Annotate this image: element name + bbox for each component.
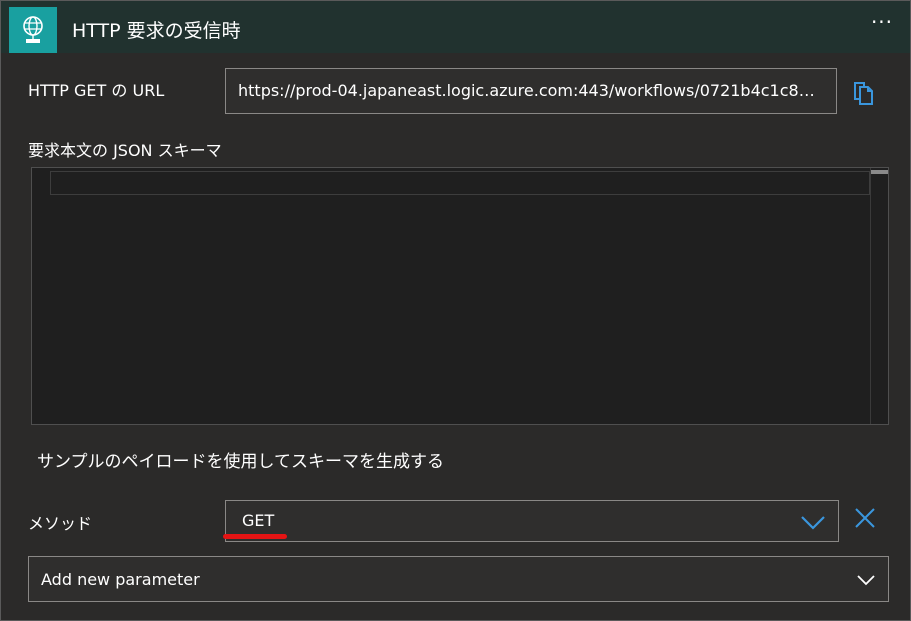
method-label: メソッド bbox=[28, 514, 93, 533]
globe-http-icon bbox=[9, 7, 57, 53]
chevron-down-icon bbox=[856, 572, 876, 586]
schema-scrollbar-thumb[interactable] bbox=[871, 170, 888, 174]
copy-icon[interactable] bbox=[851, 80, 877, 106]
card-header[interactable]: HTTP 要求の受信時 ··· bbox=[1, 1, 910, 53]
generate-schema-link[interactable]: サンプルのペイロードを使用してスキーマを生成する bbox=[37, 447, 444, 472]
close-icon[interactable] bbox=[852, 505, 878, 531]
trigger-card: HTTP 要求の受信時 ··· HTTP GET の URL https://p… bbox=[0, 0, 911, 621]
url-label: HTTP GET の URL bbox=[28, 81, 165, 100]
schema-editor-current-line bbox=[50, 171, 870, 195]
schema-scrollbar[interactable] bbox=[870, 168, 888, 424]
add-parameter-label: Add new parameter bbox=[41, 570, 200, 589]
card-title: HTTP 要求の受信時 bbox=[72, 20, 241, 42]
schema-editor[interactable] bbox=[31, 167, 889, 425]
method-dropdown[interactable]: GET bbox=[225, 500, 839, 542]
more-options-button[interactable]: ··· bbox=[868, 12, 896, 37]
chevron-down-icon bbox=[800, 513, 826, 531]
url-field[interactable]: https://prod-04.japaneast.logic.azure.co… bbox=[225, 68, 837, 114]
annotation-underline bbox=[223, 534, 287, 539]
method-selected-value: GET bbox=[242, 511, 275, 530]
schema-label: 要求本文の JSON スキーマ bbox=[28, 141, 222, 160]
add-parameter-dropdown[interactable]: Add new parameter bbox=[28, 556, 889, 602]
